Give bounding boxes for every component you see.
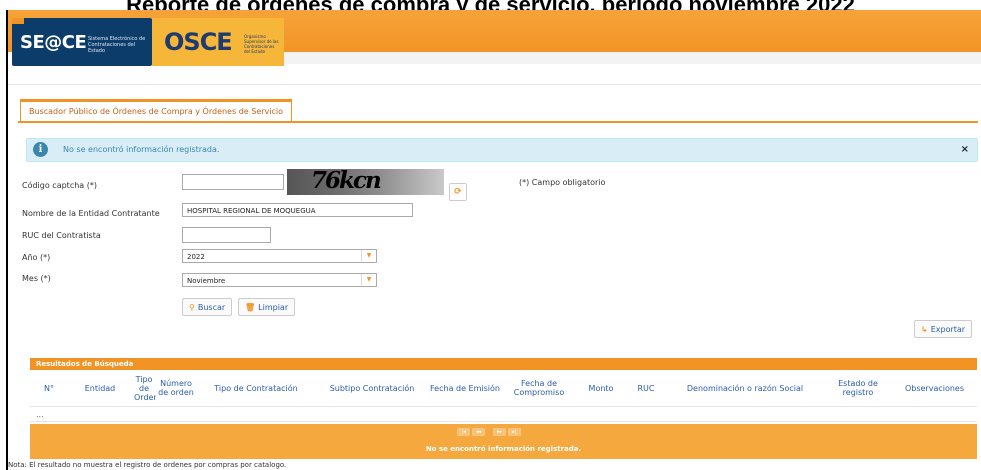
results-table: N° Entidad Tipo de Orden Número de orden… <box>30 370 977 422</box>
divider <box>8 84 981 85</box>
first-page-button[interactable]: |◂ <box>457 428 470 436</box>
month-select[interactable]: Noviembre ▼ <box>182 273 377 287</box>
column-header[interactable]: Denominación o razón Social <box>666 370 824 407</box>
info-alert: i No se encontró información registrada.… <box>26 138 978 162</box>
captcha-image: 76kcn <box>287 167 444 195</box>
column-header[interactable]: Estado de registro <box>824 370 892 407</box>
column-header[interactable]: Subtipo Contratación <box>316 370 428 407</box>
logo-accent <box>12 18 24 24</box>
column-header[interactable]: Fecha de Compromiso <box>502 370 576 407</box>
seace-logo-word: SE@CE <box>20 32 87 53</box>
prev-page-button[interactable]: ◂◂ <box>472 428 485 436</box>
empty-results-message: No se encontró información registrada. <box>425 445 582 453</box>
refresh-icon: ⟳ <box>454 187 462 197</box>
column-header[interactable]: Número de orden <box>156 370 196 407</box>
search-icon: ⚲ <box>189 303 195 312</box>
seace-logo[interactable]: SE@CE Sistema Electrónico de Contratacio… <box>12 18 152 66</box>
info-icon: i <box>33 142 48 157</box>
tab-buscador-ordenes[interactable]: Buscador Público de Órdenes de Compra y … <box>20 99 292 122</box>
column-header[interactable]: Tipo de Contratación <box>196 370 316 407</box>
osce-logo-subtitle: Organismo Supervisor de las Contratacion… <box>244 34 279 54</box>
results-header-row: N° Entidad Tipo de Orden Número de orden… <box>30 370 977 407</box>
alert-message: No se encontró información registrada. <box>63 145 220 154</box>
tab-underline <box>18 121 978 123</box>
column-header[interactable]: Fecha de Emisión <box>428 370 502 407</box>
required-note: (*) Campo obligatorio <box>519 178 606 187</box>
year-select-value: 2022 <box>187 253 205 261</box>
column-header[interactable]: Monto <box>576 370 626 407</box>
chevron-down-icon[interactable]: ▼ <box>361 274 376 286</box>
app-window: SE@CE Sistema Electrónico de Contratacio… <box>6 10 981 470</box>
captcha-image-text: 76kcn <box>311 167 382 194</box>
year-select[interactable]: 2022 ▼ <box>182 249 377 263</box>
clear-button-label: Limpiar <box>258 303 289 312</box>
column-header[interactable]: Tipo de Orden <box>132 370 156 407</box>
nav-strip <box>284 52 981 64</box>
export-button-label: Exportar <box>930 325 966 334</box>
seace-logo-subtitle: Sistema Electrónico de Contrataciones de… <box>88 36 146 54</box>
refresh-captcha-button[interactable]: ⟳ <box>449 183 467 201</box>
export-button[interactable]: ↳ Exportar <box>914 320 973 338</box>
placeholder-row: ... <box>30 406 977 422</box>
chevron-down-icon[interactable]: ▼ <box>361 250 376 262</box>
search-button[interactable]: ⚲ Buscar <box>182 298 233 316</box>
captcha-label: Código captcha (*) <box>22 181 97 190</box>
pager: |◂ ◂◂ ▸▸ ▸| <box>457 428 521 438</box>
table-row: ... <box>30 406 977 422</box>
results-header: Resultados de Búsqueda <box>30 358 977 370</box>
next-page-button[interactable]: ▸▸ <box>493 428 506 436</box>
search-button-label: Buscar <box>197 303 226 312</box>
column-header[interactable]: Entidad <box>68 370 132 407</box>
osce-logo-word: OSCE <box>164 28 233 56</box>
close-icon[interactable]: × <box>961 139 969 161</box>
column-header[interactable]: Observaciones <box>892 370 977 407</box>
entity-input[interactable]: HOSPITAL REGIONAL DE MOQUEGUA <box>182 203 413 217</box>
osce-logo[interactable]: OSCE Organismo Supervisor de las Contrat… <box>152 18 284 66</box>
clear-button[interactable]: 🗑 Limpiar <box>238 298 296 316</box>
month-select-value: Noviembre <box>187 277 226 285</box>
entity-label: Nombre de la Entidad Contratante <box>22 209 160 218</box>
footer-note: Nota: El resultado no muestra el registr… <box>8 461 287 469</box>
trash-icon: 🗑 <box>245 303 256 312</box>
export-icon: ↳ <box>921 325 928 334</box>
column-header[interactable]: N° <box>30 370 68 407</box>
year-label: Año (*) <box>22 253 51 262</box>
captcha-input[interactable] <box>182 174 284 190</box>
column-header[interactable]: RUC <box>626 370 666 407</box>
last-page-button[interactable]: ▸| <box>508 428 521 436</box>
ruc-input[interactable] <box>182 227 271 243</box>
month-label: Mes (*) <box>22 274 51 283</box>
ruc-label: RUC del Contratista <box>22 231 101 240</box>
pager-bar: |◂ ◂◂ ▸▸ ▸| No se encontró información r… <box>30 424 977 459</box>
